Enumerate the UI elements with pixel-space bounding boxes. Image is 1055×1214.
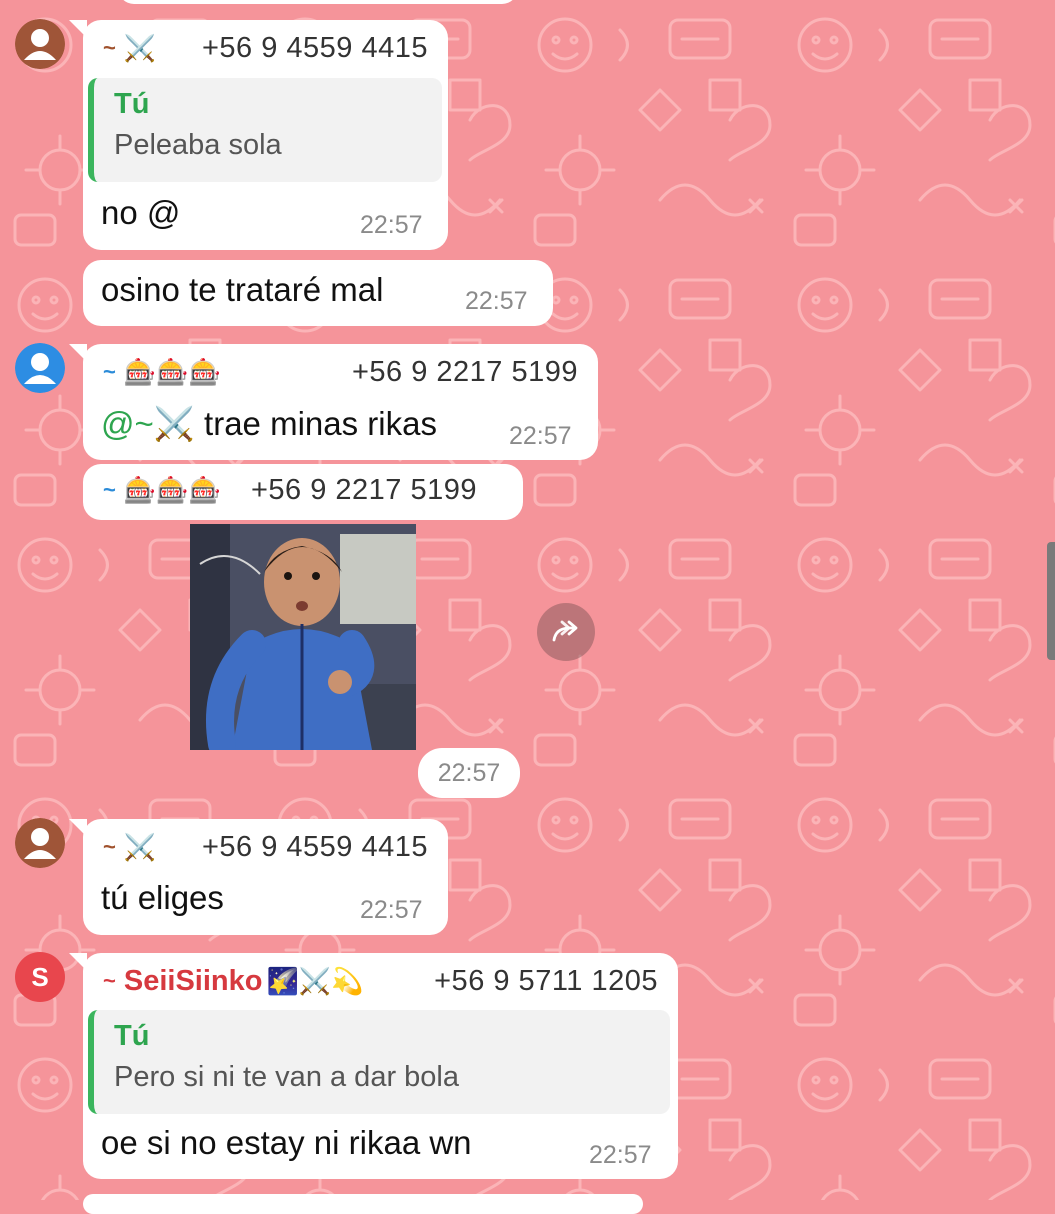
sender-tilde: ~ bbox=[103, 968, 116, 993]
mention-link[interactable]: @~⚔️ bbox=[101, 405, 195, 442]
sender-tilde: ~ bbox=[103, 477, 116, 502]
message-time: 22:57 bbox=[360, 896, 423, 924]
forward-icon bbox=[552, 620, 578, 642]
slot-machine-icon: 🎰🎰🎰 bbox=[123, 356, 221, 387]
bubble-tail bbox=[69, 953, 87, 971]
person-icon bbox=[15, 343, 65, 393]
quote-text: Peleaba sola bbox=[114, 129, 282, 161]
message-bubble-partial-bottom[interactable] bbox=[83, 1194, 643, 1214]
avatar-letter: S bbox=[31, 961, 49, 992]
message-text: @~⚔️ trae minas rikas bbox=[101, 405, 437, 444]
sticker-time: 22:57 bbox=[418, 748, 520, 798]
sender-header-bubble[interactable]: ~ 🎰🎰🎰 +56 9 2217 5199 bbox=[83, 464, 523, 520]
sender-tilde: ~ bbox=[103, 834, 116, 859]
sender-tilde: ~ bbox=[103, 359, 116, 384]
bubble-tail bbox=[69, 819, 87, 837]
quote-author: Tú bbox=[114, 1020, 150, 1052]
quote-text: Pero si ni te van a dar bola bbox=[114, 1061, 459, 1093]
sender-phone: +56 9 5711 1205 bbox=[434, 964, 658, 997]
sender-header[interactable]: ~ ⚔️ +56 9 4559 4415 bbox=[103, 32, 428, 64]
message-text: oe si no estay ni rikaa wn bbox=[101, 1124, 472, 1161]
message-text: no @ bbox=[101, 194, 181, 231]
message-text-body: trae minas rikas bbox=[194, 405, 437, 442]
sender-tilde: ~ bbox=[103, 35, 116, 60]
avatar[interactable]: S bbox=[15, 952, 65, 1002]
sender-header[interactable]: ~ SeiiSiinko 🌠⚔️💫 +56 9 5711 1205 bbox=[103, 965, 658, 997]
sender-name: SeiiSiinko bbox=[123, 964, 263, 997]
sender-phone: +56 9 4559 4415 bbox=[201, 830, 428, 863]
shooting-star-swords-icon: 🌠⚔️💫 bbox=[266, 965, 364, 996]
avatar[interactable] bbox=[15, 343, 65, 393]
sender-phone: +56 9 2217 5199 bbox=[250, 473, 478, 506]
quote-author: Tú bbox=[114, 88, 150, 120]
person-icon bbox=[15, 19, 65, 69]
quoted-message[interactable]: Tú Pero si ni te van a dar bola bbox=[88, 1010, 670, 1114]
bubble-tail bbox=[69, 344, 87, 362]
person-icon bbox=[15, 818, 65, 868]
bubble-tail bbox=[69, 20, 87, 38]
crossed-swords-icon: ⚔️ bbox=[123, 32, 157, 63]
crossed-swords-icon: ⚔️ bbox=[123, 831, 157, 862]
sender-header[interactable]: ~ 🎰🎰🎰 +56 9 2217 5199 bbox=[103, 474, 503, 506]
message-text: tú eliges bbox=[101, 879, 224, 916]
message-text: osino te trataré mal bbox=[101, 271, 384, 308]
message-time: 22:57 bbox=[509, 422, 572, 450]
sender-phone: +56 9 4559 4415 bbox=[201, 31, 428, 64]
sender-phone: +56 9 2217 5199 bbox=[351, 355, 578, 388]
message-time: 22:57 bbox=[360, 211, 423, 239]
sender-header[interactable]: ~ 🎰🎰🎰 +56 9 2217 5199 bbox=[103, 356, 578, 388]
avatar[interactable] bbox=[15, 818, 65, 868]
scrollbar-thumb[interactable] bbox=[1047, 542, 1055, 660]
message-time: 22:57 bbox=[465, 287, 528, 315]
avatar[interactable] bbox=[15, 19, 65, 69]
quoted-message[interactable]: Tú Peleaba sola bbox=[88, 78, 442, 182]
message-time: 22:57 bbox=[589, 1141, 652, 1169]
sender-header[interactable]: ~ ⚔️ +56 9 4559 4415 bbox=[103, 831, 428, 863]
slot-machine-icon: 🎰🎰🎰 bbox=[123, 474, 221, 505]
child-photo bbox=[190, 524, 416, 750]
message-bubble-partial-top[interactable] bbox=[118, 0, 518, 4]
sticker-image[interactable] bbox=[190, 524, 416, 750]
forward-button[interactable] bbox=[537, 603, 595, 661]
